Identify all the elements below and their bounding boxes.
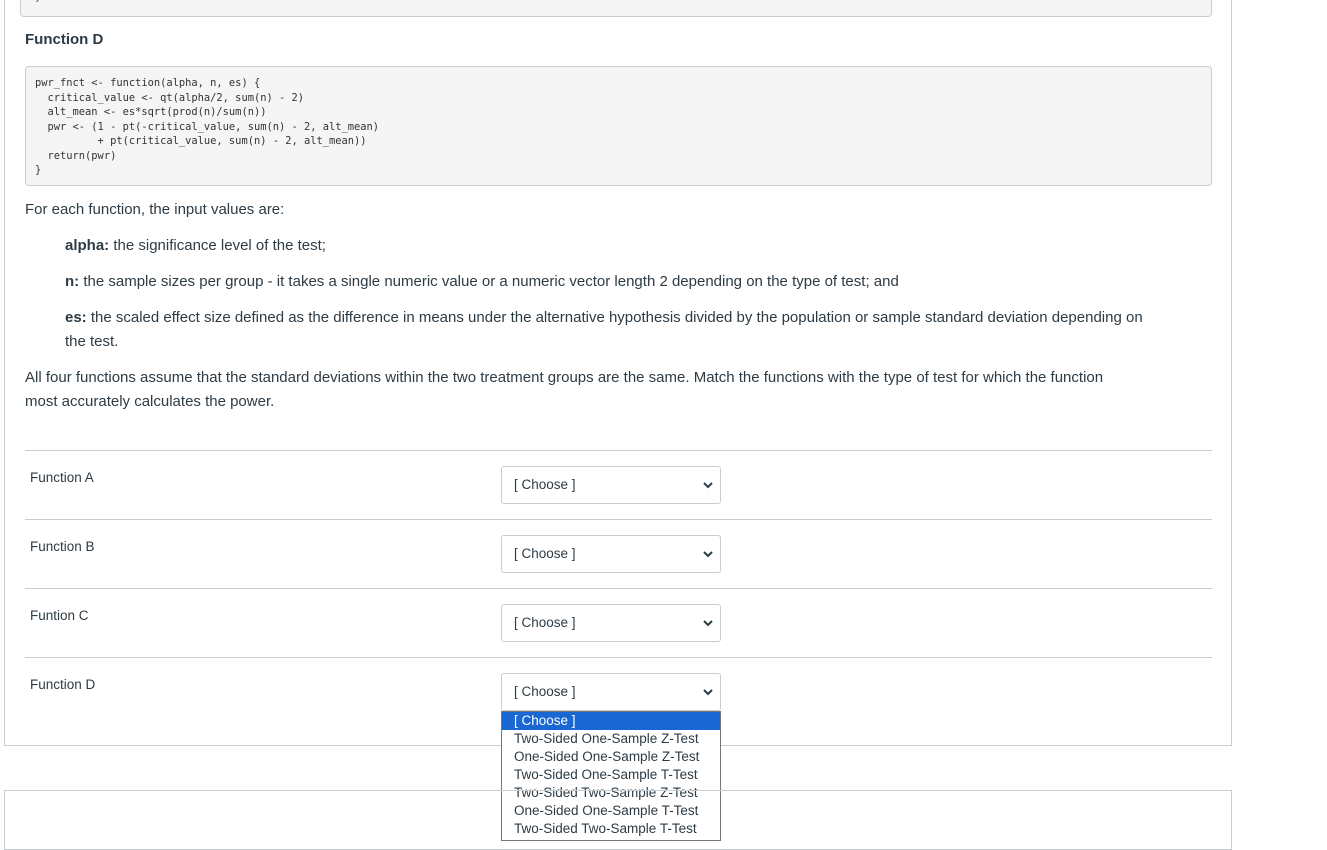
previous-code-block: }: [20, 0, 1212, 17]
dropdown-option[interactable]: Two-Sided One-Sample Z-Test: [502, 730, 720, 748]
match-select-function-a[interactable]: [ Choose ]: [501, 466, 721, 504]
es-definition: es: the scaled effect size defined as th…: [65, 306, 1143, 330]
inputs-intro: For each function, the input values are:: [25, 201, 285, 218]
row-divider: [25, 588, 1212, 589]
chevron-down-icon: [703, 620, 713, 627]
chevron-down-icon: [703, 482, 713, 489]
alpha-text: the significance level of the test;: [109, 237, 326, 254]
chevron-down-icon: [703, 551, 713, 558]
match-label-function-c: Funtion C: [30, 608, 89, 623]
match-select-function-c[interactable]: [ Choose ]: [501, 604, 721, 642]
instructions-line1: All four functions assume that the stand…: [25, 369, 1104, 386]
match-label-function-a: Function A: [30, 470, 94, 485]
instructions-line2: most accurately calculates the power.: [25, 393, 275, 410]
function-d-code-block: pwr_fnct <- function(alpha, n, es) { cri…: [25, 66, 1212, 186]
row-divider: [25, 519, 1212, 520]
select-value: [ Choose ]: [514, 684, 576, 699]
row-divider: [25, 657, 1212, 658]
match-select-function-d[interactable]: [ Choose ]: [501, 673, 721, 711]
n-definition: n: the sample sizes per group - it takes…: [65, 270, 899, 294]
match-label-function-b: Function B: [30, 539, 95, 554]
es-text-line1: the scaled effect size defined as the di…: [86, 309, 1143, 326]
es-text-line2: the test.: [65, 333, 119, 350]
dropdown-option[interactable]: Two-Sided One-Sample T-Test: [502, 766, 720, 784]
dropdown-option-choose[interactable]: [ Choose ]: [502, 712, 720, 730]
select-value: [ Choose ]: [514, 615, 576, 630]
select-value: [ Choose ]: [514, 477, 576, 492]
n-text: the sample sizes per group - it takes a …: [79, 273, 899, 290]
next-question-panel: [4, 790, 1232, 850]
row-divider: [25, 450, 1212, 451]
dropdown-option[interactable]: One-Sided One-Sample Z-Test: [502, 748, 720, 766]
match-label-function-d: Function D: [30, 677, 96, 692]
alpha-term: alpha:: [65, 237, 110, 254]
n-term: n:: [65, 273, 80, 290]
match-select-function-b[interactable]: [ Choose ]: [501, 535, 721, 573]
select-value: [ Choose ]: [514, 546, 576, 561]
alpha-definition: alpha: the significance level of the tes…: [65, 234, 326, 258]
function-d-code: pwr_fnct <- function(alpha, n, es) { cri…: [35, 77, 380, 176]
function-d-heading: Function D: [25, 31, 104, 48]
previous-code-tail: }: [35, 0, 41, 3]
chevron-down-icon: [703, 689, 713, 696]
es-term: es:: [65, 309, 87, 326]
